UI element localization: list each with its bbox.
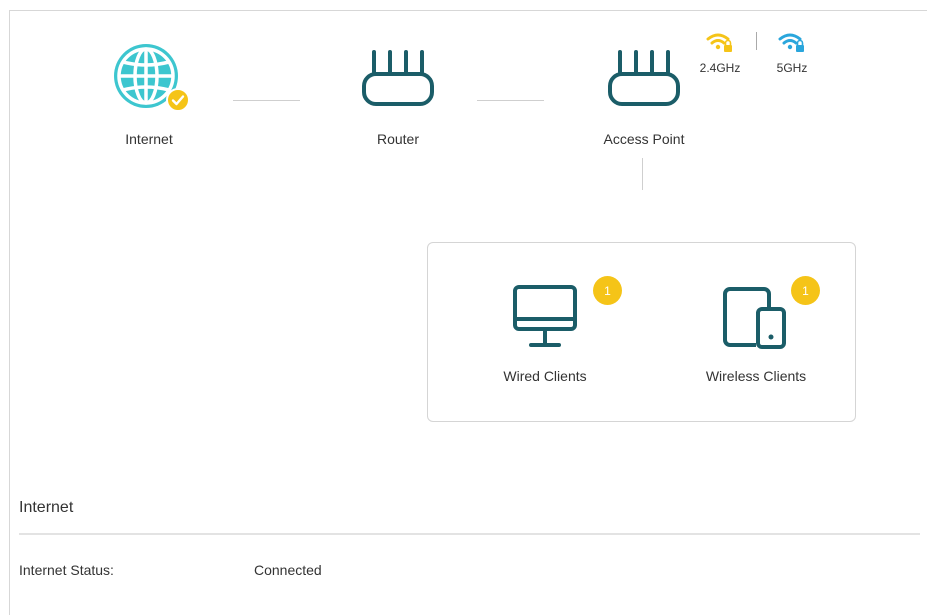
connector-router-ap — [477, 100, 544, 101]
wired-clients-count-badge: 1 — [593, 276, 622, 305]
band-5ghz[interactable]: 5GHz — [766, 30, 818, 78]
access-point-icon — [608, 50, 680, 106]
internet-node[interactable]: Internet — [104, 40, 194, 150]
internet-label: Internet — [125, 131, 173, 147]
internet-section-title: Internet — [19, 499, 74, 516]
band-24ghz[interactable]: 2.4GHz — [694, 30, 746, 78]
wireless-clients-label: Wireless Clients — [705, 368, 807, 384]
section-divider — [19, 533, 920, 535]
internet-status-label: Internet Status: — [19, 562, 114, 578]
access-point-label: Access Point — [603, 131, 685, 147]
band-5ghz-label: 5GHz — [776, 61, 808, 75]
wired-clients-item[interactable]: Wired Clients — [480, 273, 610, 393]
wired-clients-label: Wired Clients — [503, 368, 587, 384]
clients-panel: Wired Clients 1 Wireless Clients 1 — [427, 242, 856, 422]
tablet-phone-icon — [723, 287, 786, 349]
wifi-lock-icon — [778, 33, 804, 52]
check-badge-icon — [166, 88, 190, 112]
wireless-clients-count-badge: 1 — [791, 276, 820, 305]
connector-internet-router — [233, 100, 300, 101]
router-node[interactable]: Router — [353, 48, 443, 150]
band-24ghz-label: 2.4GHz — [699, 61, 741, 75]
band-separator — [756, 32, 757, 50]
monitor-icon — [513, 285, 577, 347]
internet-status-value: Connected — [254, 562, 322, 578]
access-point-node[interactable]: Access Point — [589, 48, 699, 150]
router-icon — [362, 50, 434, 106]
wifi-lock-icon — [706, 33, 732, 52]
connector-ap-clients — [642, 158, 643, 190]
router-label: Router — [376, 131, 420, 147]
